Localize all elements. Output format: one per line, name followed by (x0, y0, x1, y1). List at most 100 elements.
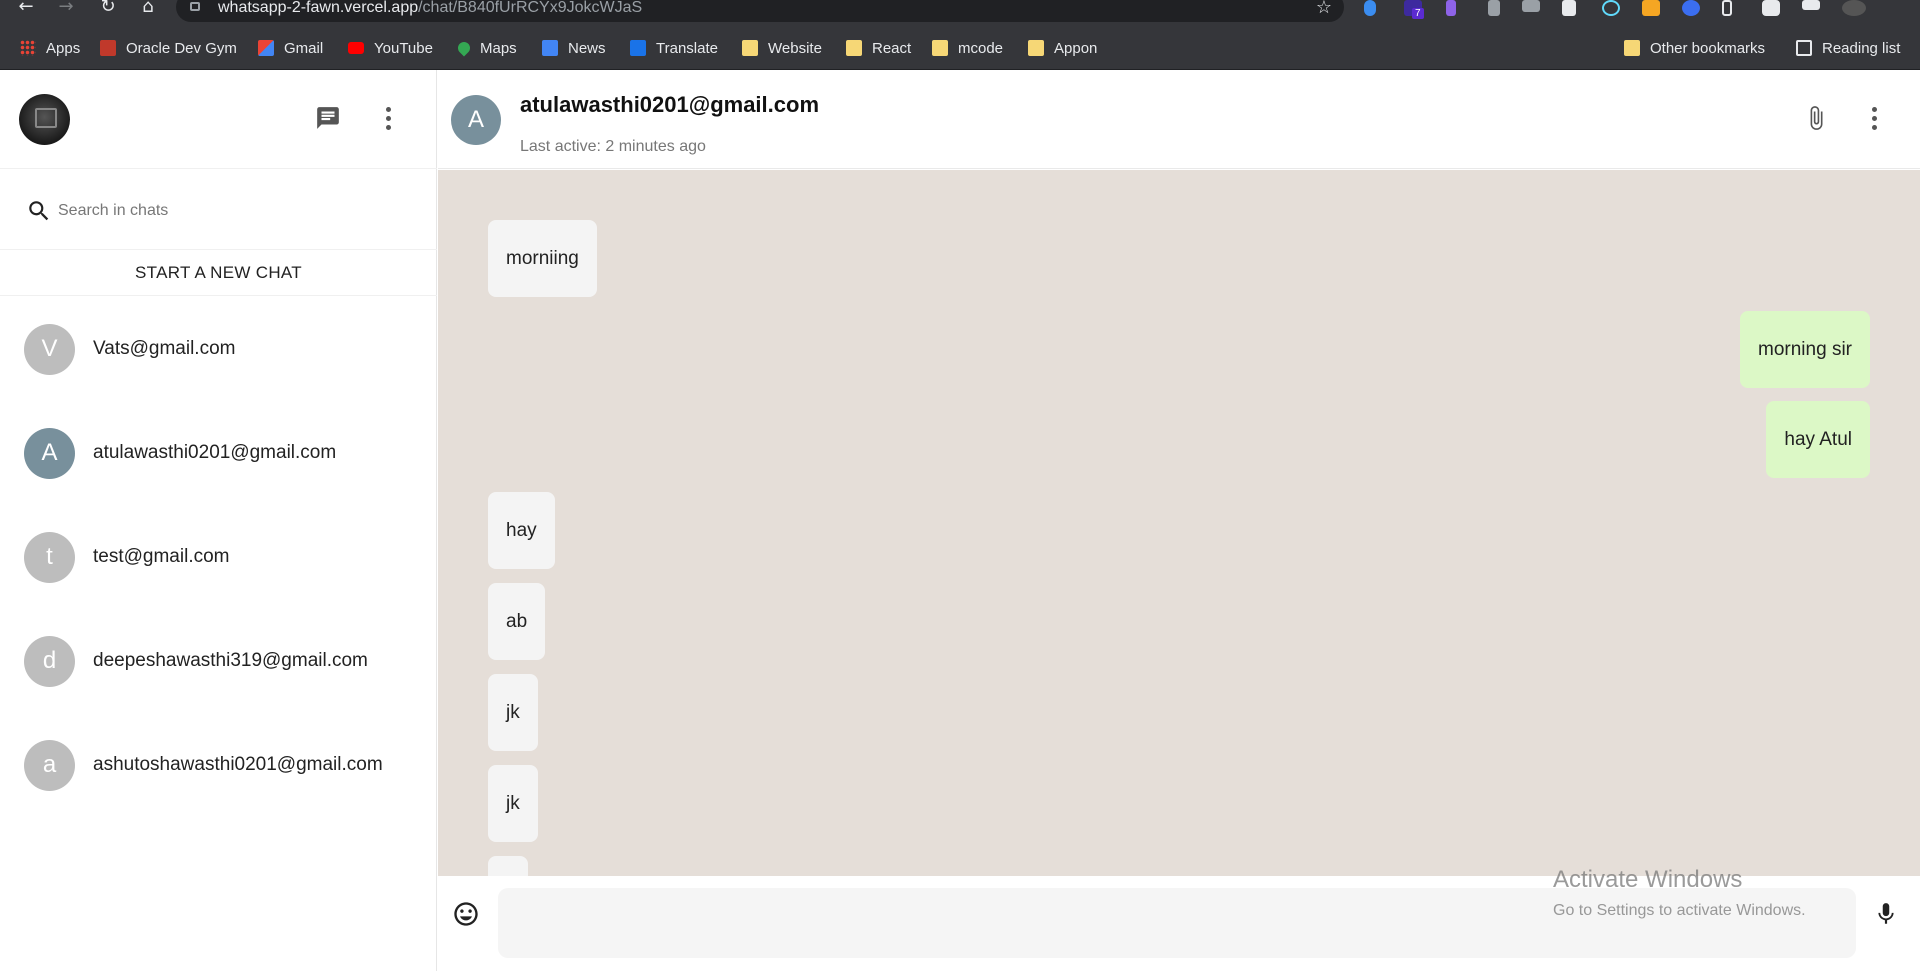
chat-contact-name: atulawasthi0201@gmail.com (520, 92, 820, 117)
media-control-icon[interactable] (1802, 0, 1820, 10)
bookmark-folder-react[interactable]: React (846, 36, 911, 60)
profile-avatar-icon[interactable] (1842, 0, 1866, 16)
contact-avatar: V (24, 323, 75, 375)
attach-file-icon[interactable] (1798, 100, 1834, 136)
chat-list-item[interactable]: V Vats@gmail.com (0, 297, 437, 401)
translate-icon (630, 40, 646, 56)
extension-icon[interactable] (1446, 0, 1456, 16)
chat-list-item[interactable]: A atulawasthi0201@gmail.com (0, 401, 437, 505)
bookmark-label: Maps (480, 39, 517, 57)
bookmark-youtube[interactable]: YouTube (348, 36, 433, 60)
reading-list[interactable]: Reading list (1796, 36, 1900, 60)
address-bar[interactable]: whatsapp-2-fawn.vercel.app/chat/B840fUrR… (176, 0, 1344, 22)
folder-icon (932, 40, 948, 56)
extensions-puzzle-icon[interactable] (1762, 0, 1780, 16)
contact-avatar: d (24, 635, 75, 687)
bookmark-translate[interactable]: Translate (630, 36, 718, 60)
message-outgoing: morning sir (1740, 311, 1870, 388)
chat-more-options-icon[interactable] (1856, 100, 1892, 136)
folder-icon (846, 40, 862, 56)
start-new-chat-button[interactable]: START A NEW CHAT (0, 251, 437, 296)
bookmark-folder-appon[interactable]: Appon (1028, 36, 1097, 60)
other-bookmarks-label: Other bookmarks (1650, 39, 1766, 57)
bookmark-apps[interactable]: Apps (20, 36, 80, 60)
react-icon[interactable] (1602, 0, 1620, 16)
folder-icon (1028, 40, 1044, 56)
more-options-icon[interactable] (370, 100, 406, 136)
contact-email: atulawasthi0201@gmail.com (93, 442, 337, 463)
bookmark-label: Appon (1054, 39, 1098, 57)
bookmark-folder-website[interactable]: Website (742, 36, 822, 60)
reading-list-icon (1796, 40, 1812, 56)
message-incoming: hay (488, 492, 555, 569)
chat-contact-avatar[interactable]: A (451, 95, 501, 145)
last-active-status: Last active: 2 minutes ago (520, 138, 706, 155)
contact-email: ashutoshawasthi0201@gmail.com (93, 754, 383, 775)
message-outgoing: hay Atul (1766, 401, 1870, 478)
bookmark-label: Gmail (284, 39, 324, 57)
bookmark-oracle-dev-gym[interactable]: Oracle Dev Gym (100, 36, 237, 60)
forward-icon[interactable]: → (54, 0, 78, 18)
extension-badge: 7 (1412, 8, 1424, 19)
apps-grid-icon (20, 40, 36, 56)
extension-icon[interactable] (1364, 0, 1376, 16)
user-avatar[interactable] (19, 94, 70, 145)
search-input[interactable] (58, 196, 418, 226)
contact-avatar: a (24, 739, 75, 791)
extension-icon[interactable] (1562, 0, 1576, 16)
message-composer (438, 876, 1920, 971)
bookmark-label: Oracle Dev Gym (126, 39, 237, 57)
microphone-icon[interactable] (1868, 896, 1904, 932)
emoji-icon[interactable] (448, 896, 484, 932)
other-bookmarks[interactable]: Other bookmarks (1624, 36, 1765, 60)
phone-icon[interactable] (1722, 0, 1732, 16)
message-area[interactable]: morniing morning sir hay Atul hay ab jk … (438, 170, 1920, 876)
bookmark-folder-mcode[interactable]: mcode (932, 36, 1003, 60)
news-icon (542, 40, 558, 56)
bookmark-label: News (568, 39, 606, 57)
maps-icon (455, 39, 473, 57)
chat-header: A atulawasthi0201@gmail.com Last active:… (438, 70, 1920, 169)
contact-avatar: A (24, 427, 75, 479)
sidebar: START A NEW CHAT V Vats@gmail.com A atul… (0, 70, 437, 971)
gmail-icon (258, 40, 274, 56)
message-incoming: ab (488, 583, 546, 660)
camera-icon[interactable] (1522, 0, 1540, 12)
reading-list-label: Reading list (1822, 39, 1901, 57)
message-incoming (488, 856, 528, 876)
chat-list-item[interactable]: t test@gmail.com (0, 505, 437, 609)
reload-icon[interactable]: ↻ (96, 0, 120, 18)
search-icon (29, 201, 49, 221)
search-bar (0, 170, 437, 250)
extension-icon[interactable] (1488, 0, 1500, 16)
browser-toolbar: ← → ↻ ⌂ whatsapp-2-fawn.vercel.app/chat/… (0, 0, 1920, 26)
new-chat-icon[interactable] (310, 100, 346, 136)
chat-list: V Vats@gmail.com A atulawasthi0201@gmail… (0, 297, 437, 817)
chat-panel: A atulawasthi0201@gmail.com Last active:… (438, 70, 1920, 971)
bookmark-news[interactable]: News (542, 36, 606, 60)
message-incoming: jk (488, 765, 538, 842)
bookmark-label: Apps (46, 39, 81, 57)
bookmark-label: Website (768, 39, 822, 57)
bookmark-label: Translate (656, 39, 718, 57)
chat-list-item[interactable]: a ashutoshawasthi0201@gmail.com (0, 713, 437, 817)
address-url: whatsapp-2-fawn.vercel.app/chat/B840fUrR… (218, 0, 642, 17)
home-icon[interactable]: ⌂ (136, 0, 160, 18)
url-host: whatsapp-2-fawn.vercel.app (218, 0, 419, 16)
bookmarks-bar: Apps Oracle Dev Gym Gmail YouTube Maps N… (0, 26, 1920, 70)
bookmark-gmail[interactable]: Gmail (258, 36, 323, 60)
bookmark-star-icon[interactable]: ☆ (1316, 0, 1332, 18)
folder-icon (1624, 40, 1640, 56)
extension-icon[interactable] (1642, 0, 1660, 16)
message-input[interactable] (498, 888, 1856, 958)
contact-email: test@gmail.com (93, 546, 230, 567)
bookmark-maps[interactable]: Maps (455, 36, 517, 60)
contact-email: Vats@gmail.com (93, 338, 236, 359)
sidebar-header (0, 70, 437, 169)
back-icon[interactable]: ← (14, 0, 38, 18)
message-incoming: jk (488, 674, 538, 751)
chat-list-item[interactable]: d deepeshawasthi319@gmail.com (0, 609, 437, 713)
bookmark-label: mcode (958, 39, 1004, 57)
url-path: /chat/B840fUrRCYx9JokcWJaS (418, 0, 643, 16)
extension-icon[interactable] (1682, 0, 1700, 16)
